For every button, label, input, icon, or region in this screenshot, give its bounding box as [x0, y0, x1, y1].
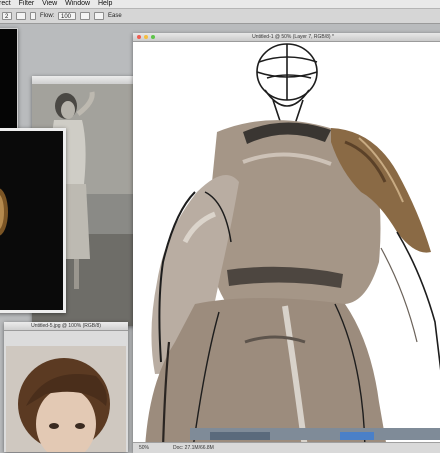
- reference-window-bread[interactable]: [0, 128, 66, 313]
- head-sketch: [256, 43, 318, 125]
- reference-window-dark[interactable]: [0, 28, 18, 132]
- menu-window[interactable]: Window: [65, 0, 90, 8]
- brush-preset-button[interactable]: [16, 12, 26, 20]
- pressure-button[interactable]: [94, 12, 104, 20]
- menu-bar: rect Filter View Window Help: [0, 0, 440, 9]
- zoom-window-button[interactable]: [151, 35, 155, 39]
- menu-view[interactable]: View: [42, 0, 57, 8]
- zoom-level[interactable]: 50%: [139, 443, 149, 453]
- airbrush-button[interactable]: [80, 12, 90, 20]
- dock-item-active[interactable]: [340, 432, 374, 440]
- flow-field[interactable]: 100: [58, 12, 76, 20]
- main-canvas-window[interactable]: Untitled-1 @ 50% (Layer 7, RGB/8) * 50% …: [133, 33, 440, 453]
- dock-strip: [190, 428, 440, 440]
- menu-select[interactable]: rect: [0, 0, 11, 8]
- flow-label: Flow:: [40, 13, 55, 19]
- main-window-titlebar[interactable]: Untitled-1 @ 50% (Layer 7, RGB/8) *: [133, 33, 440, 42]
- painting-canvas[interactable]: [135, 42, 440, 448]
- toggle-button[interactable]: [30, 12, 36, 20]
- portrait-window-titlebar[interactable]: Untitled-5.jpg @ 100% (RGB/8): [4, 322, 128, 331]
- portrait-photo: [6, 346, 126, 452]
- close-window-button[interactable]: [137, 35, 141, 39]
- minimize-window-button[interactable]: [144, 35, 148, 39]
- dock-item[interactable]: [210, 432, 270, 440]
- ease-label: Ease: [108, 13, 122, 19]
- status-bar: 50% Doc: 27.1M/66.8M: [133, 442, 440, 453]
- portrait-window-title: Untitled-5.jpg @ 100% (RGB/8): [31, 323, 101, 329]
- bread-photo: [0, 188, 8, 236]
- menu-help[interactable]: Help: [98, 0, 112, 8]
- menu-filter[interactable]: Filter: [19, 0, 35, 8]
- doc-size-info[interactable]: Doc: 27.1M/66.8M: [173, 443, 214, 453]
- brush-mode-select[interactable]: 2: [2, 12, 12, 20]
- portrait-window[interactable]: Untitled-5.jpg @ 100% (RGB/8): [4, 322, 128, 452]
- options-bar: 2 Flow: 100 Ease: [0, 9, 440, 24]
- main-window-title: Untitled-1 @ 50% (Layer 7, RGB/8) *: [252, 34, 334, 40]
